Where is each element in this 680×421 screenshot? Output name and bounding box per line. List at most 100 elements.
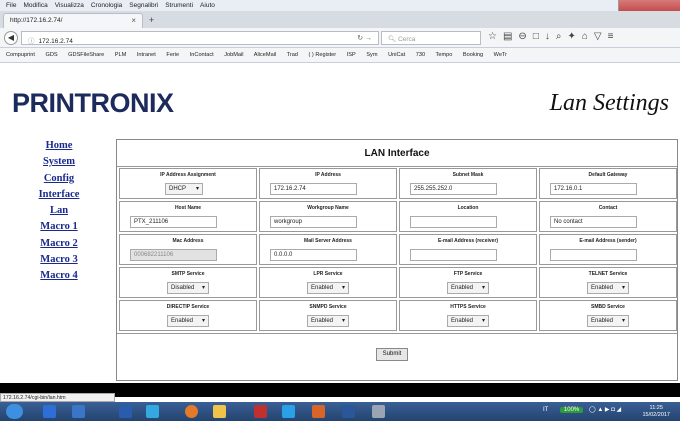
bookmark-item[interactable]: ( ) Register (308, 52, 336, 58)
lpr-service-select[interactable]: Enabled ▾ (307, 282, 349, 294)
menu-edit[interactable]: Modifica (23, 2, 47, 9)
email-receiver-input[interactable] (410, 249, 497, 261)
internet-explorer-icon[interactable] (43, 405, 56, 418)
lock-icon[interactable]: ⊖ (518, 31, 532, 42)
menu-bookmarks[interactable]: Segnalibri (129, 2, 158, 9)
bookmark-item[interactable]: Compuprint (6, 52, 35, 58)
contact-input[interactable]: No contact (550, 216, 637, 228)
smtp-service-select[interactable]: Disabled ▾ (167, 282, 209, 294)
hamburger-menu-icon[interactable]: ≡ (608, 31, 620, 42)
nav-config[interactable]: Config (28, 171, 90, 187)
back-icon[interactable]: ◀ (4, 31, 18, 45)
close-tab-icon[interactable]: × (131, 16, 136, 25)
clock[interactable]: 11:25 15/02/2017 (642, 405, 670, 419)
directip-service-label: DIRECTIP Service (166, 304, 210, 310)
chrome-icon[interactable] (146, 405, 159, 418)
bookmark-item[interactable]: AliceMail (254, 52, 276, 58)
bookmark-item[interactable]: 730 (416, 52, 425, 58)
ip-assignment-select[interactable]: DHCP ▾ (165, 183, 203, 195)
sync-icon[interactable]: ⌕ (556, 31, 568, 42)
new-tab-icon[interactable]: + (149, 15, 154, 25)
nav-system[interactable]: System (28, 154, 90, 170)
snmp-service-select[interactable]: Enabled ▾ (307, 315, 349, 327)
acrobat-icon[interactable] (254, 405, 267, 418)
info-icon[interactable]: ⓘ (28, 38, 35, 45)
search-input[interactable]: 🔍︎ Cerca (381, 31, 481, 45)
folder-icon[interactable] (213, 405, 226, 418)
email-sender-input[interactable] (550, 249, 637, 261)
location-input[interactable] (410, 216, 497, 228)
telnet-service-select[interactable]: Enabled ▾ (587, 282, 629, 294)
telnet-service-value: Enabled (591, 285, 614, 291)
menu-history[interactable]: Cronologia (91, 2, 122, 9)
bookmark-item[interactable]: PLM (115, 52, 127, 58)
directip-service-select[interactable]: Enabled ▾ (167, 315, 209, 327)
address-bar[interactable]: ⓘ 172.16.2.74 ↻ → (21, 31, 379, 45)
dropdown-arrow-icon: ▾ (481, 318, 485, 324)
nav-lan[interactable]: Lan (28, 203, 90, 219)
nav-home[interactable]: Home (28, 138, 90, 154)
bookmark-item[interactable]: InContact (190, 52, 214, 58)
bookmark-item[interactable]: ISP (347, 52, 356, 58)
bookmark-item[interactable]: Intranet (137, 52, 156, 58)
ftp-service-label: FTP Service (453, 271, 483, 277)
download-icon[interactable]: ↓ (545, 31, 556, 42)
word-doc-icon[interactable] (342, 405, 355, 418)
menu-view[interactable]: Visualizza (55, 2, 84, 9)
mail-server-input[interactable]: 0.0.0.0 (270, 249, 357, 261)
bookmark-star-icon[interactable]: ☆ (488, 31, 503, 42)
bookmark-item[interactable]: Booking (463, 52, 483, 58)
reader-icon[interactable]: ▤ (503, 31, 518, 42)
outlook-icon[interactable] (312, 405, 325, 418)
language-indicator[interactable]: IT (543, 407, 548, 413)
addon-icon[interactable]: ✦ (567, 31, 581, 42)
pocket-icon[interactable]: □ (533, 31, 545, 42)
bookmark-item[interactable]: GDS (45, 52, 57, 58)
shield-icon[interactable]: ▽ (594, 31, 608, 42)
menu-file[interactable]: File (6, 2, 16, 9)
bookmark-item[interactable]: JobMail (224, 52, 243, 58)
subnet-mask-input[interactable]: 255.255.252.0 (410, 183, 497, 195)
home-icon[interactable]: ⌂ (582, 31, 594, 42)
bookmark-item[interactable]: GDSFileShare (68, 52, 104, 58)
snmp-service-value: Enabled (311, 318, 334, 324)
browser-tab[interactable]: http://172.16.2.74/ × (3, 13, 143, 28)
subnet-mask-label: Subnet Mask (452, 172, 484, 178)
tool-icon[interactable] (372, 405, 385, 418)
start-button-icon[interactable] (6, 404, 23, 419)
bookmark-item[interactable]: UniCat (388, 52, 405, 58)
nav-macro-1[interactable]: Macro 1 (28, 219, 90, 235)
workgroup-input[interactable]: workgroup (270, 216, 357, 228)
nav-macro-3[interactable]: Macro 3 (28, 252, 90, 268)
ip-address-cell: IP Address 172.16.2.74 (259, 168, 397, 199)
bookmark-item[interactable]: Sym (366, 52, 377, 58)
tab-title: http://172.16.2.74/ (10, 17, 63, 24)
ftp-service-select[interactable]: Enabled ▾ (447, 282, 489, 294)
bookmark-item[interactable]: Trad (287, 52, 298, 58)
host-name-input[interactable]: PTX_211106 (130, 216, 217, 228)
bookmark-item[interactable]: WeTr (494, 52, 507, 58)
skype-icon[interactable] (282, 405, 295, 418)
https-service-select[interactable]: Enabled ▾ (447, 315, 489, 327)
bookmark-item[interactable]: Ferie (166, 52, 179, 58)
nav-macro-4[interactable]: Macro 4 (28, 268, 90, 284)
explorer-app-icon[interactable] (72, 405, 85, 418)
smtp-service-value: Disabled (171, 285, 195, 291)
firefox-icon[interactable] (185, 405, 198, 418)
submit-button[interactable]: Submit (376, 348, 408, 361)
smbd-service-select[interactable]: Enabled ▾ (587, 315, 629, 327)
menu-help[interactable]: Aiuto (200, 2, 215, 9)
window-controls[interactable] (618, 0, 680, 11)
taskbar: IT 100% ◯ ▲ ▶ ◘ ◢ 11:25 15/02/2017 (0, 402, 680, 421)
ip-address-input[interactable]: 172.16.2.74 (270, 183, 357, 195)
nav-interface[interactable]: Interface (28, 187, 90, 203)
word-icon[interactable] (119, 405, 132, 418)
printronix-logo: PRINTRONIX (12, 88, 174, 118)
tray-icons[interactable]: ◯ ▲ ▶ ◘ ◢ (589, 407, 621, 413)
zoom-badge[interactable]: 100% (559, 407, 584, 413)
menu-tools[interactable]: Strumenti (165, 2, 193, 9)
reload-icon[interactable]: ↻ → (357, 34, 372, 42)
gateway-input[interactable]: 172.16.0.1 (550, 183, 637, 195)
nav-macro-2[interactable]: Macro 2 (28, 236, 90, 252)
bookmark-item[interactable]: Tempo (436, 52, 453, 58)
